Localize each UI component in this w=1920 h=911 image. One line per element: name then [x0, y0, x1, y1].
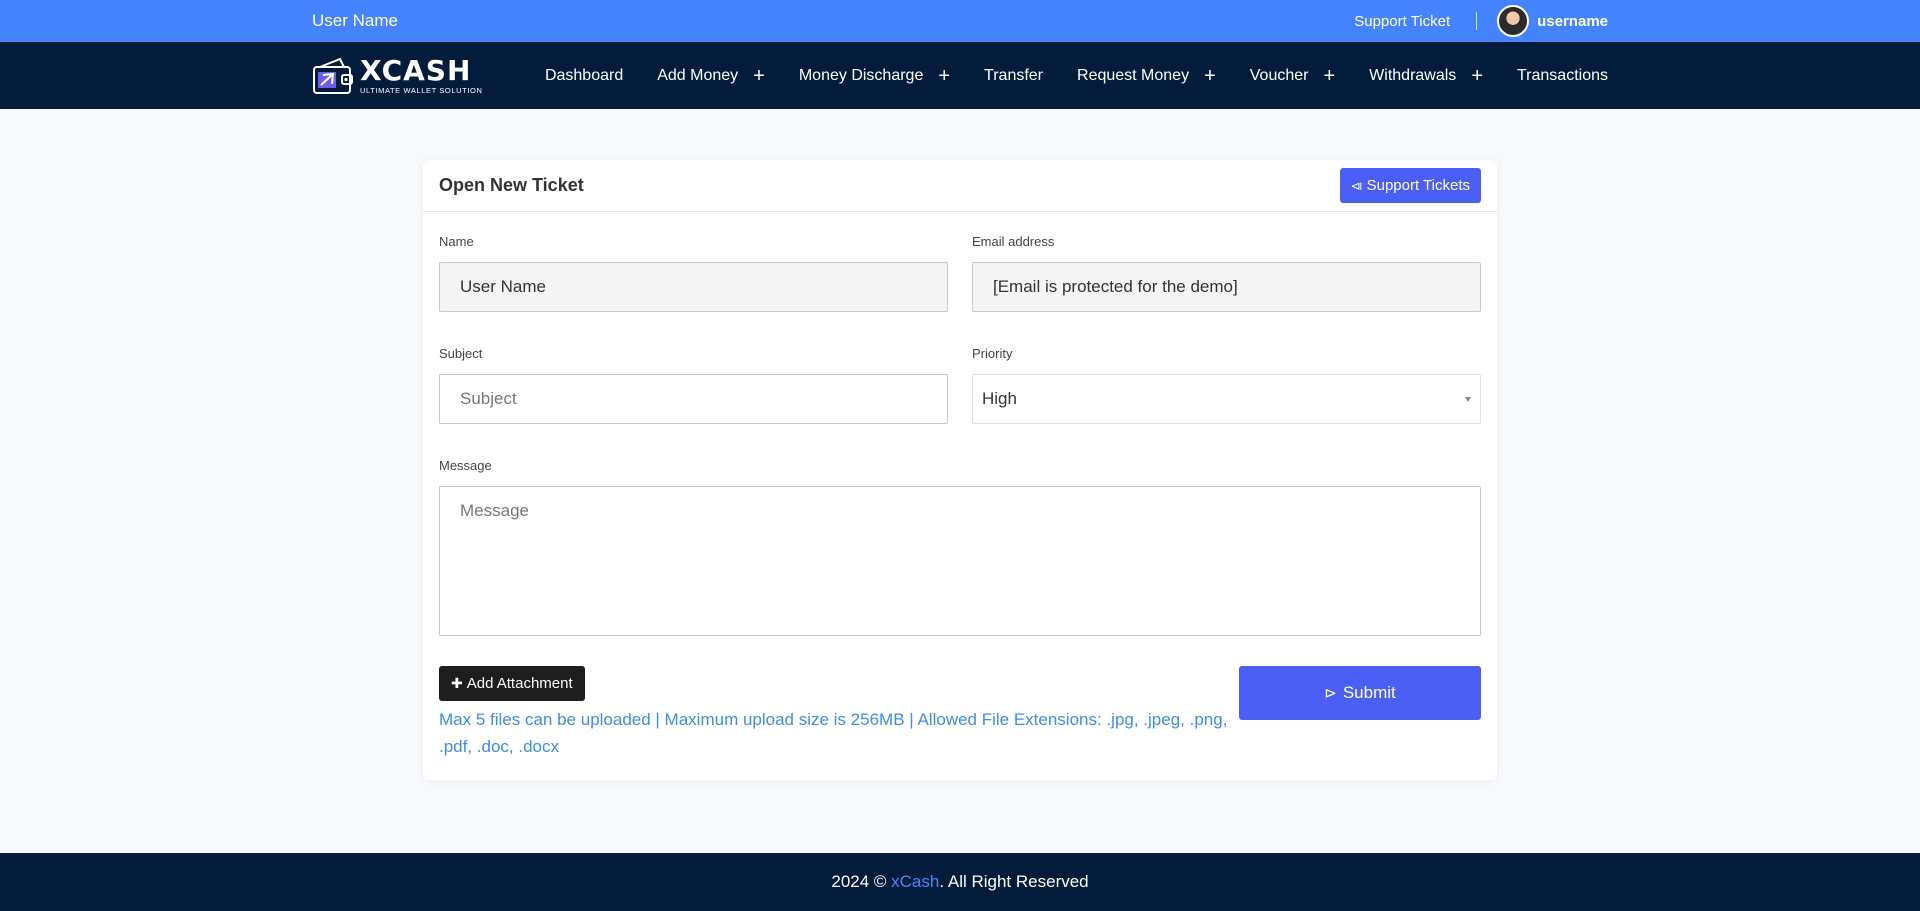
footer-brand-link[interactable]: xCash: [891, 872, 939, 892]
add-attachment-label: Add Attachment: [466, 675, 573, 692]
top-bar: User Name Support Ticket username: [0, 0, 1920, 42]
nav-item-withdrawals[interactable]: Withdrawals +: [1369, 66, 1483, 86]
nav-item-add-money[interactable]: Add Money +: [657, 66, 765, 86]
nav-item-label: Withdrawals: [1369, 66, 1457, 84]
priority-group: Priority High: [972, 346, 1481, 424]
name-label: Name: [439, 234, 474, 249]
message-group: Message Message: [439, 458, 1481, 636]
nav-item-dashboard[interactable]: Dashboard: [545, 67, 623, 85]
nav-item-transfer[interactable]: Transfer: [984, 67, 1043, 85]
email-value: [Email is protected for the demo]: [993, 277, 1238, 296]
attachment-section: ✚ Add Attachment Max 5 files can be uplo…: [439, 666, 1239, 760]
username-menu[interactable]: username: [1537, 13, 1608, 30]
plus-icon[interactable]: +: [938, 66, 950, 86]
logo-tagline: ULTIMATE WALLET SOLUTION: [360, 85, 483, 95]
support-tickets-label: Support Tickets: [1366, 177, 1470, 194]
ticket-form: Name User Name Email address [Email is p…: [423, 212, 1497, 760]
priority-value: High: [982, 389, 1017, 408]
nav-item-voucher[interactable]: Voucher +: [1250, 66, 1335, 86]
support-ticket-link[interactable]: Support Ticket: [1354, 13, 1450, 30]
add-attachment-button[interactable]: ✚ Add Attachment: [439, 666, 585, 701]
open-ticket-card: Open New Ticket ⧏ Support Tickets Name U…: [423, 160, 1497, 780]
top-bar-right: Support Ticket username: [1354, 5, 1608, 37]
support-tickets-button[interactable]: ⧏ Support Tickets: [1339, 168, 1481, 203]
form-actions: ✚ Add Attachment Max 5 files can be uplo…: [439, 666, 1481, 760]
logo-title: XCASH: [360, 53, 472, 87]
wallet-logo-icon: [313, 57, 353, 94]
submit-button[interactable]: ⊳ Submit: [1239, 666, 1481, 720]
footer: 2024 © xCash . All Right Reserved: [0, 853, 1920, 911]
plus-icon: ✚: [451, 675, 463, 691]
email-group: Email address [Email is protected for th…: [972, 234, 1481, 312]
nav-item-label: Transactions: [1517, 66, 1608, 84]
send-icon: ⊳: [1324, 685, 1337, 702]
message-placeholder: Message: [460, 501, 529, 520]
logo-text: XCASH ULTIMATE WALLET SOLUTION: [360, 53, 483, 95]
avatar[interactable]: [1497, 5, 1530, 37]
attachment-note: Max 5 files can be uploaded | Maximum up…: [439, 710, 1228, 756]
page-title: Open New Ticket: [439, 175, 584, 195]
name-value: User Name: [460, 277, 546, 296]
nav-menu: Dashboard Add Money + Money Discharge + Trans…: [545, 66, 1608, 86]
plus-icon[interactable]: +: [1204, 66, 1216, 86]
submit-label: Submit: [1342, 683, 1396, 702]
card-header: Open New Ticket ⧏ Support Tickets: [423, 160, 1497, 212]
email-field[interactable]: [Email is protected for the demo]: [972, 262, 1481, 312]
top-bar-user-name: User Name: [312, 11, 398, 30]
nav-item-label: Transfer: [984, 66, 1044, 84]
chevron-down-icon: [1465, 396, 1471, 402]
nav-item-label: Dashboard: [544, 66, 624, 84]
name-group: Name User Name: [439, 234, 948, 312]
message-textarea[interactable]: Message: [439, 486, 1481, 636]
nav-item-label: Add Money: [657, 66, 739, 84]
nav-item-money-discharge[interactable]: Money Discharge +: [799, 66, 950, 86]
main-navbar: XCASH ULTIMATE WALLET SOLUTION Dashboard…: [0, 42, 1920, 109]
divider: [1476, 12, 1478, 30]
plus-icon[interactable]: +: [1471, 66, 1483, 86]
plus-icon[interactable]: +: [753, 66, 765, 86]
plus-icon[interactable]: +: [1323, 66, 1335, 86]
nav-item-request-money[interactable]: Request Money +: [1077, 66, 1216, 86]
nav-item-transactions[interactable]: Transactions: [1517, 67, 1608, 85]
footer-prefix: 2024 ©: [831, 872, 892, 891]
nav-item-label: Request Money: [1077, 66, 1190, 84]
name-field[interactable]: User Name: [439, 262, 948, 312]
subject-input[interactable]: Subject: [439, 374, 948, 424]
message-label: Message: [439, 458, 492, 473]
logo[interactable]: XCASH ULTIMATE WALLET SOLUTION: [312, 53, 483, 95]
subject-placeholder: Subject: [460, 389, 517, 408]
footer-suffix: . All Right Reserved: [939, 872, 1089, 891]
back-arrow-icon: ⧏: [1350, 178, 1363, 193]
priority-label: Priority: [972, 346, 1013, 361]
email-label: Email address: [972, 234, 1055, 249]
priority-select[interactable]: High: [972, 374, 1481, 424]
nav-item-label: Voucher: [1249, 66, 1309, 84]
subject-group: Subject Subject: [439, 346, 948, 424]
subject-label: Subject: [439, 346, 483, 361]
nav-item-label: Money Discharge: [798, 66, 924, 84]
